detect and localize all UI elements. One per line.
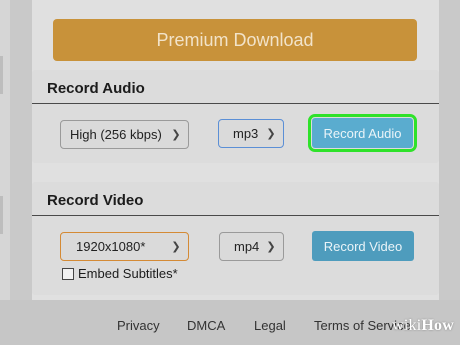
watermark-how: How: [421, 317, 454, 334]
left-edge-mark: [0, 56, 3, 94]
left-edge-mark: [0, 196, 3, 234]
record-audio-button[interactable]: Record Audio: [308, 114, 417, 152]
card-divider: [32, 215, 439, 216]
record-audio-title: Record Audio: [47, 80, 145, 97]
audio-quality-select[interactable]: High (256 kbps) ❯: [60, 120, 189, 149]
wikihow-watermark: wikiHow: [392, 317, 454, 335]
video-resolution-value: 1920x1080*: [76, 239, 146, 254]
record-video-button[interactable]: Record Video: [312, 231, 414, 261]
footer-link-privacy[interactable]: Privacy: [117, 318, 160, 333]
left-edge-strip: [0, 0, 10, 300]
footer-link-legal[interactable]: Legal: [254, 318, 286, 333]
audio-format-select[interactable]: mp3 ❯: [218, 119, 284, 148]
record-video-title: Record Video: [47, 192, 144, 209]
video-format-value: mp4: [234, 239, 260, 254]
audio-format-value: mp3: [233, 126, 259, 141]
embed-subtitles-row[interactable]: Embed Subtitles*: [62, 266, 178, 281]
footer: Privacy DMCA Legal Terms of Service: [0, 300, 460, 345]
card-divider: [32, 103, 439, 104]
video-resolution-select[interactable]: 1920x1080* ❯: [60, 232, 189, 261]
chevron-down-icon: ❯: [266, 241, 276, 253]
audio-quality-value: High (256 kbps): [70, 127, 162, 142]
chevron-down-icon: ❯: [266, 128, 276, 140]
watermark-wiki: wiki: [392, 317, 422, 334]
chevron-down-icon: ❯: [171, 129, 181, 141]
premium-download-button[interactable]: Premium Download: [53, 19, 417, 61]
video-format-select[interactable]: mp4 ❯: [219, 232, 284, 261]
embed-subtitles-checkbox[interactable]: [62, 267, 74, 280]
record-audio-card: Record Audio: [32, 70, 439, 163]
footer-link-dmca[interactable]: DMCA: [187, 318, 225, 333]
embed-subtitles-label: Embed Subtitles*: [78, 266, 178, 281]
chevron-down-icon: ❯: [171, 241, 181, 253]
